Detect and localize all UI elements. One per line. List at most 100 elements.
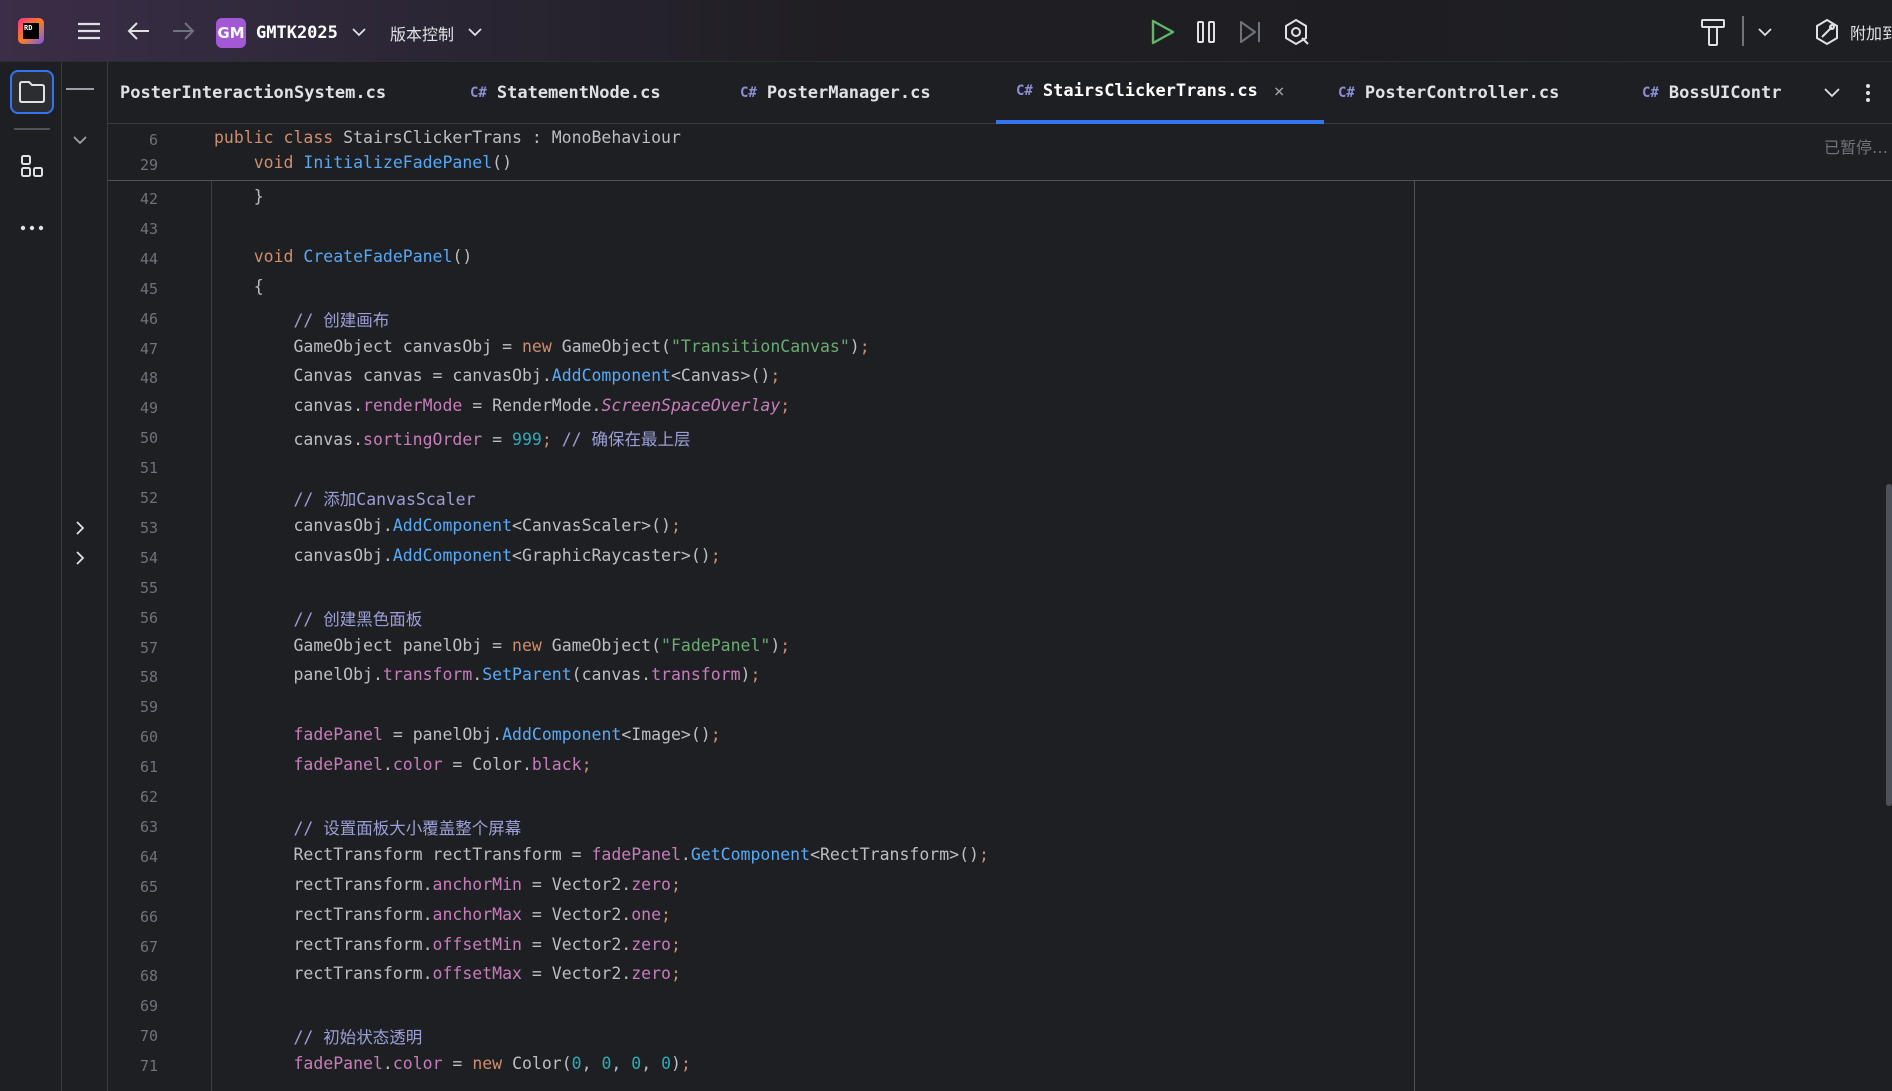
line-number[interactable]: 53 <box>108 519 158 537</box>
code-line[interactable]: 54 canvasObj.AddComponent<GraphicRaycast… <box>108 543 1808 573</box>
line-number[interactable]: 70 <box>108 1027 158 1045</box>
code-line[interactable]: 66 rectTransform.anchorMax = Vector2.one… <box>108 902 1808 932</box>
line-number[interactable]: 45 <box>108 280 158 298</box>
code-line[interactable]: 43 <box>108 214 1808 244</box>
line-number[interactable]: 44 <box>108 250 158 268</box>
code-line[interactable]: 56 // 创建黑色面板 <box>108 603 1808 633</box>
line-number[interactable]: 42 <box>108 190 158 208</box>
attach-process-icon[interactable] <box>1812 16 1842 48</box>
code-line[interactable]: 50 canvas.sortingOrder = 999; // 确保在最上层 <box>108 423 1808 453</box>
line-number[interactable]: 52 <box>108 489 158 507</box>
line-number[interactable]: 59 <box>108 698 158 716</box>
line-number[interactable]: 67 <box>108 938 158 956</box>
code-line[interactable]: 63 // 设置面板大小覆盖整个屏幕 <box>108 812 1808 842</box>
line-number[interactable]: 57 <box>108 639 158 657</box>
sticky-line[interactable]: 29 void InitializeFadePanel() <box>108 152 1808 177</box>
line-number[interactable]: 71 <box>108 1057 158 1075</box>
attach-debugger-icon[interactable] <box>1280 16 1312 48</box>
line-number[interactable]: 60 <box>108 728 158 746</box>
code-line[interactable]: 65 rectTransform.anchorMin = Vector2.zer… <box>108 872 1808 902</box>
more-tools-icon[interactable] <box>10 206 54 250</box>
sticky-line[interactable]: 6 public class StairsClickerTrans : MonoB… <box>108 127 1808 152</box>
line-number[interactable]: 69 <box>108 997 158 1015</box>
code-line[interactable]: 49 canvas.renderMode = RenderMode.Screen… <box>108 393 1808 423</box>
attach-to-process-label[interactable]: 附加到 <box>1850 20 1892 44</box>
forward-arrow-icon[interactable] <box>170 18 196 44</box>
code-line[interactable]: 52 // 添加CanvasScaler <box>108 483 1808 513</box>
code-line[interactable]: 45 { <box>108 274 1808 304</box>
line-number[interactable]: 56 <box>108 609 158 627</box>
line-number[interactable]: 49 <box>108 399 158 417</box>
code-line[interactable]: 59 <box>108 692 1808 722</box>
project-name[interactable]: GMTK2025 <box>256 20 338 46</box>
code-line[interactable]: 67 rectTransform.offsetMin = Vector2.zer… <box>108 932 1808 962</box>
line-number[interactable]: 68 <box>108 967 158 985</box>
line-number[interactable]: 51 <box>108 459 158 477</box>
step-over-icon[interactable] <box>1236 18 1264 46</box>
code-line[interactable]: 58 panelObj.transform.SetParent(canvas.t… <box>108 662 1808 692</box>
line-number[interactable]: 64 <box>108 848 158 866</box>
back-arrow-icon[interactable] <box>126 18 152 44</box>
line-number[interactable]: 66 <box>108 908 158 926</box>
chevron-down-icon[interactable] <box>1822 82 1844 104</box>
project-badge[interactable]: GM <box>216 18 246 48</box>
tab-poster-manager[interactable]: C# PosterManager.cs <box>740 62 980 124</box>
code-line[interactable]: 55 <box>108 573 1808 603</box>
line-number[interactable]: 61 <box>108 758 158 776</box>
pause-icon[interactable] <box>1192 18 1220 46</box>
line-number[interactable]: 58 <box>108 668 158 686</box>
code-line[interactable]: 70 // 初始状态透明 <box>108 1021 1808 1051</box>
line-number[interactable]: 55 <box>108 579 158 597</box>
close-icon[interactable]: × <box>1274 81 1285 102</box>
tab-poster-interaction-system[interactable]: PosterInteractionSystem.cs <box>120 62 410 124</box>
vertical-scrollbar[interactable] <box>1886 484 1892 806</box>
code-line[interactable]: 46 // 创建画布 <box>108 304 1808 334</box>
tab-statement-node[interactable]: C# StatementNode.cs <box>470 62 710 124</box>
code-line[interactable]: 64 RectTransform rectTransform = fadePan… <box>108 842 1808 872</box>
tab-stairs-clicker-trans[interactable]: C# StairsClickerTrans.cs × <box>996 62 1324 124</box>
code-line[interactable]: 48 Canvas canvas = canvasObj.AddComponen… <box>108 363 1808 393</box>
code-editor[interactable]: 42 } 43 44 void CreateFadePanel() 45 {46 //… <box>108 124 1892 1091</box>
code-line[interactable]: 53 canvasObj.AddComponent<CanvasScaler>(… <box>108 513 1808 543</box>
code-line[interactable]: 47 GameObject canvasObj = new GameObject… <box>108 334 1808 364</box>
line-number[interactable]: 65 <box>108 878 158 896</box>
main-menu-icon[interactable] <box>76 18 102 44</box>
code-line[interactable]: 68 rectTransform.offsetMax = Vector2.zer… <box>108 961 1808 991</box>
project-folder-icon[interactable] <box>10 70 54 114</box>
code-line[interactable]: 57 GameObject panelObj = new GameObject(… <box>108 633 1808 663</box>
more-vertical-icon[interactable] <box>1860 82 1876 104</box>
code-line[interactable]: 44 void CreateFadePanel() <box>108 244 1808 274</box>
structure-icon[interactable] <box>10 144 54 188</box>
line-number[interactable]: 47 <box>108 340 158 358</box>
code-line[interactable]: 42 } <box>108 184 1808 214</box>
build-hammer-icon[interactable] <box>1698 16 1728 48</box>
line-number[interactable]: 6 <box>108 131 158 149</box>
line-number[interactable]: 29 <box>108 156 158 174</box>
line-number[interactable]: 62 <box>108 788 158 806</box>
run-icon[interactable] <box>1148 18 1176 46</box>
minimize-icon[interactable] <box>66 88 94 90</box>
line-number[interactable]: 50 <box>108 429 158 447</box>
tab-boss-ui-controller[interactable]: C# BossUIContr <box>1642 62 1812 124</box>
code-line[interactable]: 60 fadePanel = panelObj.AddComponent<Ima… <box>108 722 1808 752</box>
chevron-right-icon[interactable] <box>72 550 88 566</box>
line-number[interactable]: 54 <box>108 549 158 567</box>
chevron-down-icon[interactable] <box>72 132 88 148</box>
chevron-down-icon[interactable] <box>1756 22 1774 42</box>
chevron-down-icon[interactable] <box>466 22 484 42</box>
line-number[interactable]: 63 <box>108 818 158 836</box>
line-number[interactable]: 46 <box>108 310 158 328</box>
sticky-scroll-header[interactable]: 6 public class StairsClickerTrans : MonoB… <box>108 124 1892 181</box>
code-line[interactable]: 62 <box>108 782 1808 812</box>
code-line[interactable]: 61 fadePanel.color = Color.black; <box>108 752 1808 782</box>
line-number[interactable]: 48 <box>108 369 158 387</box>
chevron-down-icon[interactable] <box>350 22 368 42</box>
chevron-right-icon[interactable] <box>72 520 88 536</box>
vcs-menu[interactable]: 版本控制 <box>390 20 454 46</box>
tab-poster-controller[interactable]: C# PosterController.cs <box>1338 62 1598 124</box>
line-number[interactable]: 43 <box>108 220 158 238</box>
rider-logo-icon[interactable]: RD <box>18 18 44 44</box>
code-line[interactable]: 51 <box>108 453 1808 483</box>
code-line[interactable]: 69 <box>108 991 1808 1021</box>
code-line[interactable]: 71 fadePanel.color = new Color(0, 0, 0, … <box>108 1051 1808 1081</box>
